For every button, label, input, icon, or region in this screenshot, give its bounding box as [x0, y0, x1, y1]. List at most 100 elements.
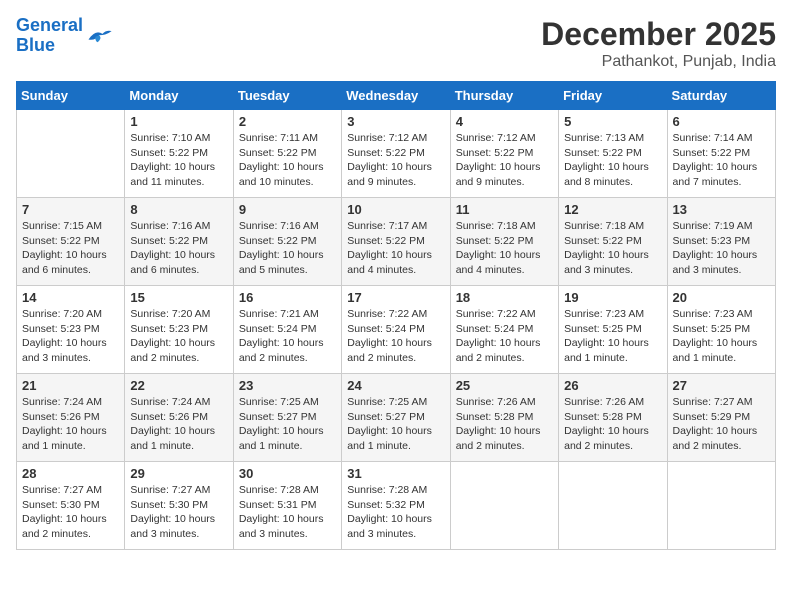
- day-info: Sunrise: 7:22 AMSunset: 5:24 PMDaylight:…: [347, 307, 444, 366]
- calendar-day-cell: 1 Sunrise: 7:10 AMSunset: 5:22 PMDaylight…: [125, 110, 233, 198]
- title-block: December 2025 Pathankot, Punjab, India: [541, 16, 776, 71]
- day-number: 7: [22, 202, 119, 217]
- calendar-day-cell: 16Sunrise: 7:21 AMSunset: 5:24 PMDayligh…: [233, 286, 341, 374]
- day-number: 14: [22, 290, 119, 305]
- day-of-week-header: Thursday: [450, 82, 558, 110]
- day-number: 19: [564, 290, 661, 305]
- calendar-table: SundayMondayTuesdayWednesdayThursdayFrid…: [16, 81, 776, 550]
- day-number: 20: [673, 290, 770, 305]
- day-number: 11: [456, 202, 553, 217]
- day-number: 10: [347, 202, 444, 217]
- calendar-day-cell: 8 Sunrise: 7:16 AMSunset: 5:22 PMDaylight…: [125, 198, 233, 286]
- day-info: Sunrise: 7:13 AMSunset: 5:22 PMDaylight:…: [564, 131, 661, 190]
- day-info: Sunrise: 7:24 AMSunset: 5:26 PMDaylight:…: [22, 395, 119, 454]
- day-of-week-header: Saturday: [667, 82, 775, 110]
- day-number: 6: [673, 114, 770, 129]
- day-info: Sunrise: 7:11 AMSunset: 5:22 PMDaylight:…: [239, 131, 336, 190]
- day-info: Sunrise: 7:21 AMSunset: 5:24 PMDaylight:…: [239, 307, 336, 366]
- day-info: Sunrise: 7:24 AMSunset: 5:26 PMDaylight:…: [130, 395, 227, 454]
- logo-bird-icon: [85, 25, 113, 47]
- day-info: Sunrise: 7:27 AMSunset: 5:30 PMDaylight:…: [130, 483, 227, 542]
- day-info: Sunrise: 7:23 AMSunset: 5:25 PMDaylight:…: [673, 307, 770, 366]
- calendar-week-row: 21 Sunrise: 7:24 AMSunset: 5:26 PMDayligh…: [17, 374, 776, 462]
- day-info: Sunrise: 7:17 AMSunset: 5:22 PMDaylight:…: [347, 219, 444, 278]
- calendar-day-cell: 23Sunrise: 7:25 AMSunset: 5:27 PMDayligh…: [233, 374, 341, 462]
- calendar-header-row: SundayMondayTuesdayWednesdayThursdayFrid…: [17, 82, 776, 110]
- day-number: 28: [22, 466, 119, 481]
- day-number: 22: [130, 378, 227, 393]
- day-number: 30: [239, 466, 336, 481]
- day-info: Sunrise: 7:18 AMSunset: 5:22 PMDaylight:…: [564, 219, 661, 278]
- day-info: Sunrise: 7:19 AMSunset: 5:23 PMDaylight:…: [673, 219, 770, 278]
- calendar-day-cell: 27 Sunrise: 7:27 AMSunset: 5:29 PMDayligh…: [667, 374, 775, 462]
- day-info: Sunrise: 7:16 AMSunset: 5:22 PMDaylight:…: [130, 219, 227, 278]
- day-number: 18: [456, 290, 553, 305]
- logo: General Blue: [16, 16, 113, 56]
- calendar-title: December 2025: [541, 16, 776, 53]
- logo-text: General Blue: [16, 16, 83, 56]
- day-info: Sunrise: 7:14 AMSunset: 5:22 PMDaylight:…: [673, 131, 770, 190]
- calendar-day-cell: 6 Sunrise: 7:14 AMSunset: 5:22 PMDaylight…: [667, 110, 775, 198]
- calendar-day-cell: 2 Sunrise: 7:11 AMSunset: 5:22 PMDaylight…: [233, 110, 341, 198]
- calendar-day-cell: 26Sunrise: 7:26 AMSunset: 5:28 PMDayligh…: [559, 374, 667, 462]
- day-number: 24: [347, 378, 444, 393]
- day-of-week-header: Sunday: [17, 82, 125, 110]
- calendar-day-cell: 18Sunrise: 7:22 AMSunset: 5:24 PMDayligh…: [450, 286, 558, 374]
- day-info: Sunrise: 7:20 AMSunset: 5:23 PMDaylight:…: [130, 307, 227, 366]
- day-number: 1: [130, 114, 227, 129]
- calendar-day-cell: [559, 462, 667, 550]
- calendar-week-row: 14 Sunrise: 7:20 AMSunset: 5:23 PMDayligh…: [17, 286, 776, 374]
- calendar-day-cell: [667, 462, 775, 550]
- calendar-week-row: 28 Sunrise: 7:27 AMSunset: 5:30 PMDayligh…: [17, 462, 776, 550]
- day-info: Sunrise: 7:20 AMSunset: 5:23 PMDaylight:…: [22, 307, 119, 366]
- day-info: Sunrise: 7:10 AMSunset: 5:22 PMDaylight:…: [130, 131, 227, 190]
- day-number: 13: [673, 202, 770, 217]
- calendar-day-cell: 7 Sunrise: 7:15 AMSunset: 5:22 PMDaylight…: [17, 198, 125, 286]
- day-number: 2: [239, 114, 336, 129]
- day-info: Sunrise: 7:12 AMSunset: 5:22 PMDaylight:…: [347, 131, 444, 190]
- day-number: 23: [239, 378, 336, 393]
- day-number: 25: [456, 378, 553, 393]
- calendar-week-row: 7 Sunrise: 7:15 AMSunset: 5:22 PMDaylight…: [17, 198, 776, 286]
- calendar-day-cell: 17Sunrise: 7:22 AMSunset: 5:24 PMDayligh…: [342, 286, 450, 374]
- calendar-day-cell: 13 Sunrise: 7:19 AMSunset: 5:23 PMDayligh…: [667, 198, 775, 286]
- day-number: 5: [564, 114, 661, 129]
- day-number: 21: [22, 378, 119, 393]
- calendar-day-cell: 21 Sunrise: 7:24 AMSunset: 5:26 PMDayligh…: [17, 374, 125, 462]
- calendar-day-cell: 28 Sunrise: 7:27 AMSunset: 5:30 PMDayligh…: [17, 462, 125, 550]
- day-of-week-header: Tuesday: [233, 82, 341, 110]
- day-of-week-header: Friday: [559, 82, 667, 110]
- calendar-day-cell: 3Sunrise: 7:12 AMSunset: 5:22 PMDaylight…: [342, 110, 450, 198]
- day-info: Sunrise: 7:12 AMSunset: 5:22 PMDaylight:…: [456, 131, 553, 190]
- day-info: Sunrise: 7:15 AMSunset: 5:22 PMDaylight:…: [22, 219, 119, 278]
- day-number: 31: [347, 466, 444, 481]
- day-info: Sunrise: 7:28 AMSunset: 5:32 PMDaylight:…: [347, 483, 444, 542]
- day-info: Sunrise: 7:23 AMSunset: 5:25 PMDaylight:…: [564, 307, 661, 366]
- calendar-day-cell: 25 Sunrise: 7:26 AMSunset: 5:28 PMDayligh…: [450, 374, 558, 462]
- day-info: Sunrise: 7:26 AMSunset: 5:28 PMDaylight:…: [456, 395, 553, 454]
- calendar-day-cell: 31 Sunrise: 7:28 AMSunset: 5:32 PMDayligh…: [342, 462, 450, 550]
- calendar-day-cell: 30 Sunrise: 7:28 AMSunset: 5:31 PMDayligh…: [233, 462, 341, 550]
- calendar-day-cell: 4 Sunrise: 7:12 AMSunset: 5:22 PMDaylight…: [450, 110, 558, 198]
- calendar-day-cell: [17, 110, 125, 198]
- day-number: 12: [564, 202, 661, 217]
- day-number: 29: [130, 466, 227, 481]
- day-info: Sunrise: 7:27 AMSunset: 5:29 PMDaylight:…: [673, 395, 770, 454]
- calendar-day-cell: 9Sunrise: 7:16 AMSunset: 5:22 PMDaylight…: [233, 198, 341, 286]
- day-number: 15: [130, 290, 227, 305]
- day-info: Sunrise: 7:27 AMSunset: 5:30 PMDaylight:…: [22, 483, 119, 542]
- day-info: Sunrise: 7:25 AMSunset: 5:27 PMDaylight:…: [347, 395, 444, 454]
- day-number: 8: [130, 202, 227, 217]
- day-info: Sunrise: 7:28 AMSunset: 5:31 PMDaylight:…: [239, 483, 336, 542]
- calendar-day-cell: [450, 462, 558, 550]
- calendar-day-cell: 14 Sunrise: 7:20 AMSunset: 5:23 PMDayligh…: [17, 286, 125, 374]
- calendar-subtitle: Pathankot, Punjab, India: [541, 53, 776, 71]
- calendar-day-cell: 22 Sunrise: 7:24 AMSunset: 5:26 PMDayligh…: [125, 374, 233, 462]
- calendar-day-cell: 20 Sunrise: 7:23 AMSunset: 5:25 PMDayligh…: [667, 286, 775, 374]
- day-number: 27: [673, 378, 770, 393]
- day-number: 26: [564, 378, 661, 393]
- day-number: 4: [456, 114, 553, 129]
- day-number: 9: [239, 202, 336, 217]
- calendar-day-cell: 12 Sunrise: 7:18 AMSunset: 5:22 PMDayligh…: [559, 198, 667, 286]
- calendar-day-cell: 29 Sunrise: 7:27 AMSunset: 5:30 PMDayligh…: [125, 462, 233, 550]
